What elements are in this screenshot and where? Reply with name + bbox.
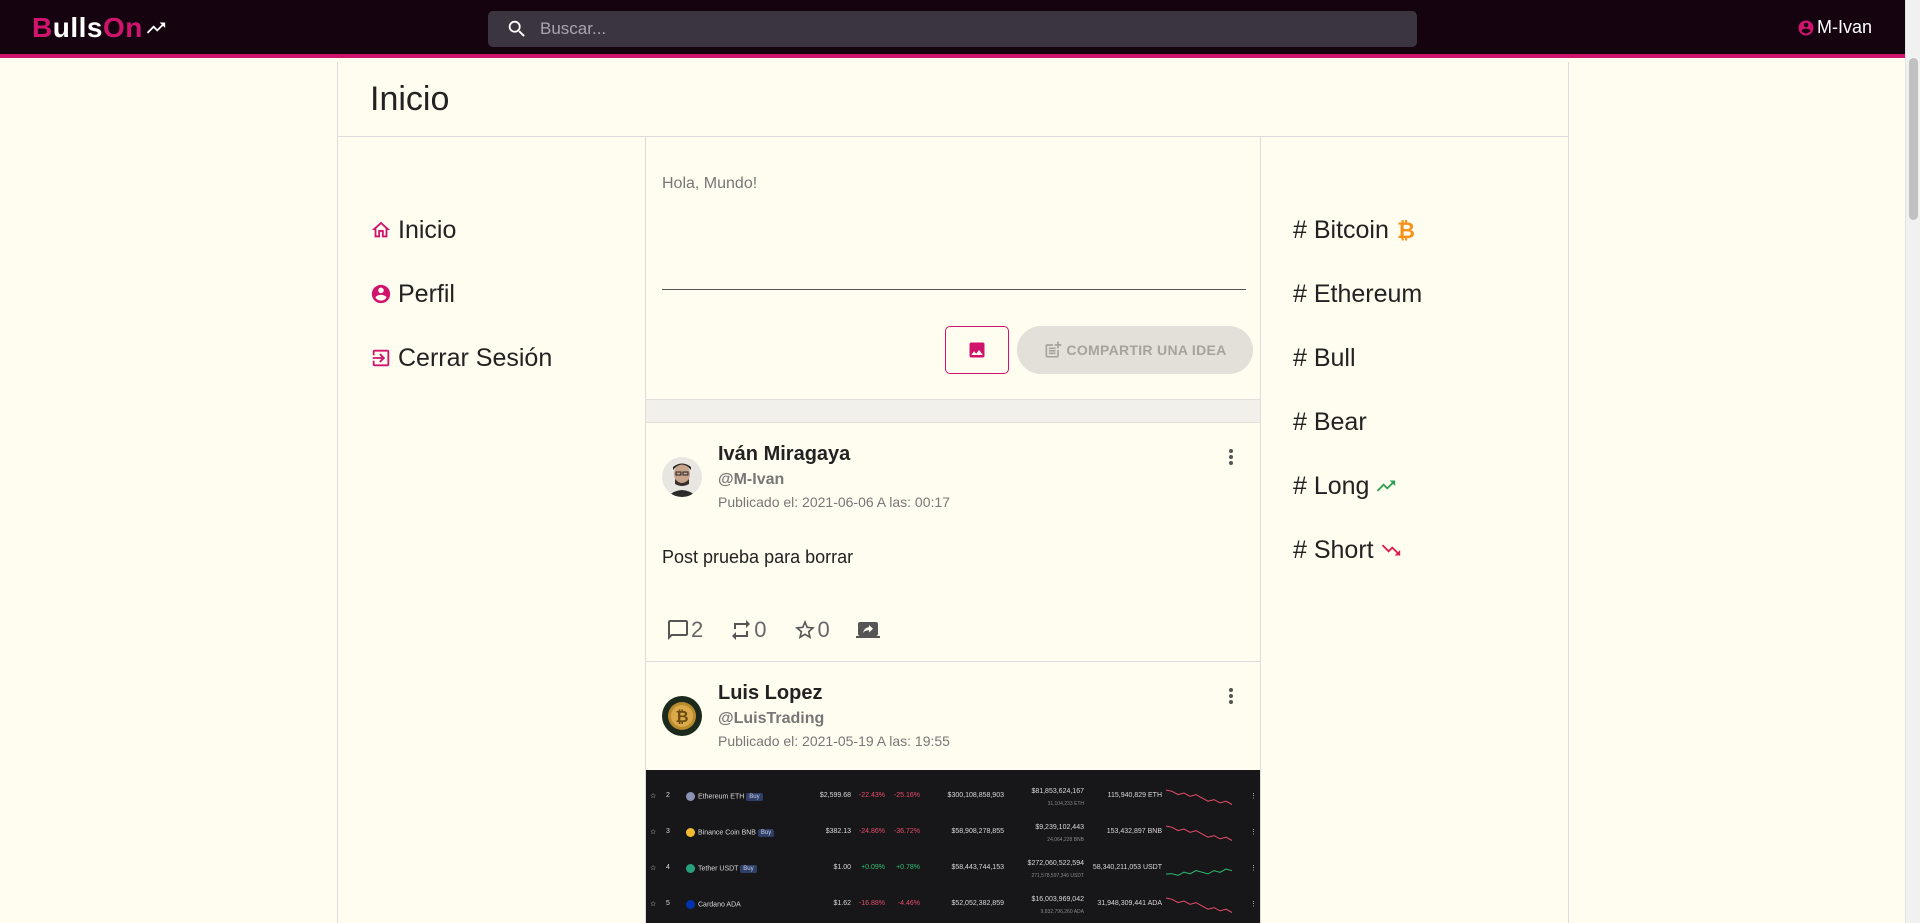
- logo-mid: ulls: [52, 12, 103, 43]
- nav-item-label: Cerrar Sesión: [398, 343, 553, 372]
- svg-text:₿: ₿: [1397, 219, 1415, 242]
- search-icon: [508, 20, 525, 37]
- share-idea-label: COMPARTIR UNA IDEA: [1066, 342, 1227, 358]
- post: ₿ Luis Lopez @LuisTrading Publicado el: …: [646, 662, 1260, 923]
- search-bar[interactable]: [488, 11, 1417, 47]
- comment-icon: [668, 620, 688, 640]
- repost-count: 0: [754, 617, 767, 642]
- logo-end: On: [102, 12, 143, 43]
- nav-item-perfil[interactable]: Perfil: [370, 262, 552, 326]
- logo[interactable]: Bulls On: [32, 12, 167, 44]
- table-row: ☆ 4 Tether USDT Buy $1.00 +0.09% +0.78% $58,44…: [646, 850, 1260, 886]
- post-actions: 2 0 0: [666, 617, 907, 643]
- post-text: Post prueba para borrar: [662, 547, 854, 567]
- trending-up-icon: [146, 22, 166, 34]
- account-circle-icon: [371, 284, 391, 304]
- logo-first-letter: B: [32, 12, 53, 43]
- user-photo: [662, 457, 702, 497]
- compose-box: COMPARTIR UNA IDEA: [646, 137, 1260, 399]
- post: Iván Miragaya @M-Ivan Publicado el: 2021…: [646, 423, 1260, 662]
- screen-share-icon: [855, 622, 880, 638]
- main-container: Inicio Inicio Perfil Cerrar Sesión COMPA…: [337, 62, 1569, 923]
- feed-column: COMPARTIR UNA IDEA Iván Miragaya @M-Ivan…: [645, 137, 1261, 923]
- bitcoin-icon: ₿: [1397, 219, 1415, 242]
- comment-button[interactable]: 2: [666, 617, 703, 643]
- account-circle-icon: [1798, 20, 1814, 35]
- tag-label: # Long: [1293, 471, 1370, 500]
- tag-ethereum[interactable]: # Ethereum: [1293, 262, 1422, 326]
- avatar[interactable]: [662, 457, 702, 497]
- nav-item-logout[interactable]: Cerrar Sesión: [370, 326, 552, 390]
- bitcoin-photo: ₿: [662, 696, 702, 736]
- username: M-Ivan: [1816, 17, 1872, 37]
- post-add-icon: [1045, 341, 1062, 358]
- post-author-handle[interactable]: @LuisTrading: [718, 710, 824, 728]
- post-date: Publicado el: 2021-06-06 A las: 00:17: [718, 494, 950, 510]
- tag-short[interactable]: # Short: [1293, 518, 1422, 582]
- trending-tags: # Bitcoin ₿ # Ethereum # Bull # Bear # L…: [1293, 198, 1422, 582]
- left-nav: Inicio Perfil Cerrar Sesión: [370, 198, 552, 390]
- scrollbar[interactable]: [1905, 0, 1920, 923]
- star-button[interactable]: 0: [793, 617, 830, 643]
- divider: [646, 399, 1260, 423]
- table-row: ☆ 3 Binance Coin BNB Buy $382.13 -24.86% -36.…: [646, 814, 1260, 850]
- top-bar: BullsOn M-Ivan: [0, 0, 1905, 58]
- tag-label: # Short: [1293, 535, 1374, 564]
- table-row: ☆ 2 Ethereum ETH Buy $2,599.68 -22.43% -25.16…: [646, 778, 1260, 814]
- page-title: Inicio: [370, 80, 450, 118]
- avatar[interactable]: ₿: [662, 696, 702, 736]
- user-menu[interactable]: M-Ivan: [1797, 17, 1872, 38]
- svg-text:₿: ₿: [675, 707, 688, 726]
- sparkline: [1166, 897, 1233, 913]
- more-options-icon[interactable]: [1228, 447, 1234, 467]
- star-icon: [794, 620, 815, 639]
- sparkline: [1166, 825, 1233, 841]
- tag-bitcoin[interactable]: # Bitcoin ₿: [1293, 198, 1422, 262]
- nav-item-label: Perfil: [398, 279, 455, 308]
- star-count: 0: [817, 617, 830, 642]
- post-author-name[interactable]: Luis Lopez: [718, 682, 822, 705]
- sparkline: [1166, 868, 1233, 876]
- post-input[interactable]: [662, 175, 1246, 290]
- trending-down-icon: [1381, 544, 1400, 556]
- logout-icon: [372, 349, 390, 367]
- sparkline: [1166, 789, 1233, 805]
- nav-item-inicio[interactable]: Inicio: [370, 198, 552, 262]
- tag-label: # Bitcoin: [1293, 215, 1389, 244]
- nav-item-label: Inicio: [398, 215, 457, 244]
- share-button[interactable]: [855, 618, 881, 642]
- add-image-button[interactable]: [945, 326, 1009, 374]
- tag-label: # Ethereum: [1293, 279, 1423, 308]
- trending-up-icon: [1377, 480, 1396, 492]
- tag-bull[interactable]: # Bull: [1293, 326, 1422, 390]
- repeat-icon: [732, 620, 751, 640]
- post-author-name[interactable]: Iván Miragaya: [718, 443, 850, 466]
- comment-count: 2: [691, 617, 704, 642]
- image-icon: [969, 342, 985, 358]
- post-author-handle[interactable]: @M-Ivan: [718, 471, 784, 489]
- table-row: ☆ 5 Cardano ADA $1.62 -16.88% -4.46% $52,052,…: [646, 886, 1260, 922]
- post-date: Publicado el: 2021-05-19 A las: 19:55: [718, 733, 950, 749]
- post-image[interactable]: ☆ 2 Ethereum ETH Buy $2,599.68 -22.43% -25.16…: [646, 770, 1260, 923]
- tag-label: # Bull: [1293, 343, 1356, 372]
- more-options-icon[interactable]: [1228, 686, 1234, 706]
- tag-long[interactable]: # Long: [1293, 454, 1422, 518]
- search-input[interactable]: [540, 19, 1340, 39]
- tag-bear[interactable]: # Bear: [1293, 390, 1422, 454]
- repost-button[interactable]: 0: [729, 617, 767, 643]
- scrollbar-thumb[interactable]: [1909, 58, 1918, 220]
- tag-label: # Bear: [1293, 407, 1367, 436]
- share-idea-button[interactable]: COMPARTIR UNA IDEA: [1017, 326, 1253, 374]
- home-icon: [371, 221, 391, 238]
